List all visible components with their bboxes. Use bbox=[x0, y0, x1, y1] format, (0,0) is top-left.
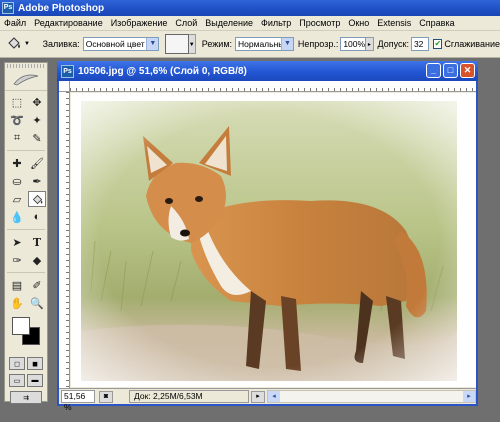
status-bar: 51,56 % ◙ Док: 2,25M/6,53M ▸ ◂ ▸ bbox=[59, 388, 476, 412]
menu-view[interactable]: Просмотр bbox=[295, 18, 344, 28]
toolbox-divider bbox=[7, 229, 45, 230]
notes-tool-icon[interactable]: ▤ bbox=[8, 277, 26, 293]
app-title: Adobe Photoshop bbox=[18, 2, 105, 14]
color-swatches bbox=[8, 315, 44, 351]
lasso-tool-icon[interactable]: ➰ bbox=[8, 112, 26, 128]
healing-brush-tool-icon[interactable]: ✚ bbox=[8, 155, 26, 171]
shape-tool-icon[interactable]: ◆ bbox=[28, 252, 46, 268]
dodge-tool-icon[interactable]: ◐ bbox=[28, 209, 46, 225]
path-selection-tool-icon[interactable]: ➤ bbox=[8, 234, 26, 250]
document-size-info[interactable]: Док: 2,25M/6,53M bbox=[129, 390, 249, 403]
document-window: Ps 10506.jpg @ 51,6% (Слой 0, RGB/8) _ □… bbox=[57, 61, 478, 412]
pattern-dropdown[interactable]: ▼ bbox=[188, 34, 196, 54]
move-tool-icon[interactable]: ✥ bbox=[28, 94, 46, 110]
menu-extensis[interactable]: Extensis bbox=[373, 18, 415, 28]
scroll-right-icon[interactable]: ▸ bbox=[463, 391, 475, 402]
photoshop-icon: Ps bbox=[2, 2, 14, 14]
status-menu-icon[interactable]: ▸ bbox=[251, 390, 265, 403]
maximize-button[interactable]: □ bbox=[443, 63, 458, 78]
toolbox-divider bbox=[7, 272, 45, 273]
slice-tool-icon[interactable]: ✎ bbox=[28, 130, 46, 146]
zoom-tool-icon[interactable]: 🔍 bbox=[28, 295, 46, 311]
fill-select[interactable]: Основной цвет ▼ bbox=[82, 37, 160, 51]
hand-tool-icon[interactable]: ✋ bbox=[8, 295, 26, 311]
toolbox: ⬚ ✥ ➰ ✦ ⌗ ✎ ✚ 🖌 ⛀ ✒ ▱ 💧 ◐ ➤ T ✑ ◆ ▤ ✐ ✋ … bbox=[4, 62, 48, 404]
app-titlebar: Ps Adobe Photoshop bbox=[0, 0, 500, 16]
eyedropper-tool-icon[interactable]: ✐ bbox=[28, 277, 46, 293]
ruler-origin[interactable] bbox=[59, 81, 70, 92]
pattern-swatch[interactable] bbox=[165, 34, 189, 54]
opacity-field[interactable]: 100% bbox=[340, 37, 367, 51]
chevron-down-icon: ▼ bbox=[24, 41, 30, 47]
fill-select-value: Основной цвет bbox=[85, 39, 145, 49]
clone-stamp-tool-icon[interactable]: ⛀ bbox=[8, 173, 26, 189]
canvas-area[interactable] bbox=[71, 93, 476, 387]
options-bar: ▼ Заливка: Основной цвет ▼ ▼ Режим: Норм… bbox=[0, 31, 500, 58]
document-titlebar[interactable]: Ps 10506.jpg @ 51,6% (Слой 0, RGB/8) _ □… bbox=[57, 61, 478, 81]
toolbox-divider bbox=[7, 150, 45, 151]
menu-layer[interactable]: Слой bbox=[171, 18, 201, 28]
full-screen-mode-icon[interactable]: ▬ bbox=[27, 374, 43, 387]
menu-bar: Файл Редактирование Изображение Слой Выд… bbox=[0, 16, 500, 31]
history-brush-tool-icon[interactable]: ✒ bbox=[28, 173, 46, 189]
standard-screen-mode-icon[interactable]: ▭ bbox=[9, 374, 25, 387]
mode-label: Режим: bbox=[201, 39, 233, 49]
horizontal-ruler[interactable] bbox=[70, 81, 476, 92]
pen-tool-icon[interactable]: ✑ bbox=[8, 252, 26, 268]
menu-file[interactable]: Файл bbox=[0, 18, 30, 28]
antialias-label: Сглаживание bbox=[444, 39, 500, 49]
close-button[interactable]: ✕ bbox=[460, 63, 475, 78]
tolerance-value: 32 bbox=[413, 39, 424, 49]
scroll-left-icon[interactable]: ◂ bbox=[268, 391, 280, 402]
opacity-label: Непрозр.: bbox=[297, 39, 339, 49]
antialias-checkbox[interactable]: ✔ bbox=[433, 39, 443, 49]
magic-wand-tool-icon[interactable]: ✦ bbox=[28, 112, 46, 128]
eraser-tool-icon[interactable]: ▱ bbox=[8, 191, 26, 207]
menu-select[interactable]: Выделение bbox=[201, 18, 257, 28]
toolbox-grip[interactable] bbox=[7, 64, 45, 68]
jump-to-imageready-icon[interactable]: ⇉ bbox=[10, 391, 42, 404]
document-title: 10506.jpg @ 51,6% (Слой 0, RGB/8) bbox=[78, 65, 247, 77]
menu-filter[interactable]: Фильтр bbox=[257, 18, 295, 28]
menu-edit[interactable]: Редактирование bbox=[30, 18, 107, 28]
tolerance-label: Допуск: bbox=[377, 39, 409, 49]
feather-logo-icon[interactable] bbox=[5, 69, 47, 91]
paint-bucket-icon bbox=[6, 35, 22, 54]
fill-label: Заливка: bbox=[42, 39, 80, 49]
minimize-button[interactable]: _ bbox=[426, 63, 441, 78]
fox-photo[interactable] bbox=[81, 101, 457, 381]
chevron-down-icon: ▼ bbox=[280, 38, 293, 50]
mode-select[interactable]: Нормальный ▼ bbox=[235, 37, 294, 51]
zoom-field[interactable]: 51,56 % bbox=[61, 390, 95, 412]
paint-bucket-tool-icon[interactable] bbox=[28, 191, 46, 207]
tolerance-field[interactable]: 32 bbox=[410, 37, 430, 51]
menu-window[interactable]: Окно bbox=[344, 18, 373, 28]
chevron-down-icon: ▼ bbox=[146, 38, 159, 50]
tool-preset-picker[interactable]: ▼ bbox=[6, 34, 33, 54]
marquee-tool-icon[interactable]: ⬚ bbox=[8, 94, 26, 110]
photoshop-icon: Ps bbox=[61, 64, 74, 78]
foreground-color-swatch[interactable] bbox=[12, 317, 30, 335]
type-tool-icon[interactable]: T bbox=[28, 234, 46, 250]
status-info-icon[interactable]: ◙ bbox=[99, 390, 113, 403]
blur-tool-icon[interactable]: 💧 bbox=[8, 209, 26, 225]
quick-mask-mode-icon[interactable]: ◼ bbox=[27, 357, 43, 370]
menu-help[interactable]: Справка bbox=[415, 18, 458, 28]
standard-mode-icon[interactable]: ◻ bbox=[9, 357, 25, 370]
opacity-value: 100% bbox=[343, 39, 366, 49]
crop-tool-icon[interactable]: ⌗ bbox=[8, 130, 26, 146]
opacity-slider-button[interactable]: ▸ bbox=[366, 37, 374, 51]
horizontal-scrollbar[interactable]: ◂ ▸ bbox=[267, 390, 476, 403]
brush-tool-icon[interactable]: 🖌 bbox=[28, 155, 46, 171]
vertical-ruler[interactable] bbox=[59, 92, 70, 388]
menu-image[interactable]: Изображение bbox=[107, 18, 172, 28]
